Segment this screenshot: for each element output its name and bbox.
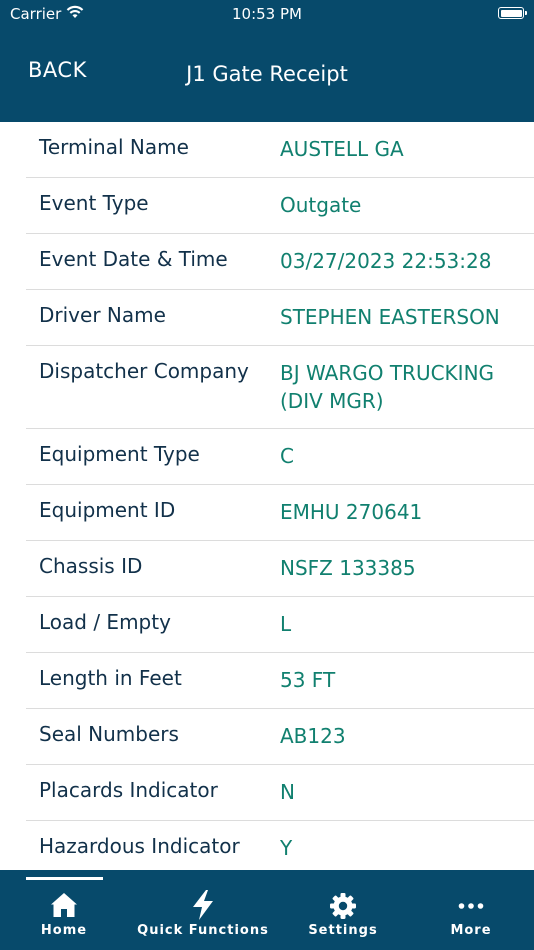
row-label: Placards Indicator	[39, 778, 218, 802]
row-label: Seal Numbers	[39, 722, 179, 746]
row-label: Event Date & Time	[39, 247, 228, 271]
tab-settings[interactable]: Settings	[278, 870, 408, 950]
receipt-list[interactable]: Terminal Name AUSTELL GA Event Type Outg…	[0, 122, 534, 870]
receipt-row-hazardous-indicator: Hazardous Indicator Y	[26, 821, 534, 870]
row-label: Equipment Type	[39, 442, 200, 466]
receipt-row-seal-numbers: Seal Numbers AB123	[26, 709, 534, 765]
row-label: Hazardous Indicator	[39, 834, 240, 858]
row-label: Equipment ID	[39, 498, 176, 522]
tab-quick-functions[interactable]: Quick Functions	[128, 870, 278, 950]
tab-bar: Home Quick Functions Settings More	[0, 870, 534, 950]
page-title: J1 Gate Receipt	[186, 62, 348, 86]
tab-more-label: More	[450, 923, 492, 938]
tab-home-label: Home	[40, 923, 88, 938]
nav-bar: BACK J1 Gate Receipt	[0, 28, 534, 122]
row-label: Chassis ID	[39, 554, 143, 578]
receipt-row-equipment-id: Equipment ID EMHU 270641	[26, 485, 534, 541]
receipt-row-load-empty: Load / Empty L	[26, 597, 534, 653]
receipt-row-length-in-feet: Length in Feet 53 FT	[26, 653, 534, 709]
receipt-row-placards-indicator: Placards Indicator N	[26, 765, 534, 821]
tab-home[interactable]: Home	[0, 870, 128, 950]
receipt-row-equipment-type: Equipment Type C	[26, 429, 534, 485]
battery-icon	[498, 7, 527, 19]
receipt-row-event-type: Event Type Outgate	[26, 178, 534, 234]
receipt-row-terminal-name: Terminal Name AUSTELL GA	[26, 122, 534, 178]
row-label: Event Type	[39, 191, 149, 215]
status-time: 10:53 PM	[232, 5, 302, 23]
tab-quick-functions-label: Quick Functions	[137, 923, 269, 938]
lightning-icon	[128, 890, 278, 920]
receipt-row-driver-name: Driver Name STEPHEN EASTERSON	[26, 290, 534, 346]
receipt-row-chassis-id: Chassis ID NSFZ 133385	[26, 541, 534, 597]
more-dots-icon	[408, 892, 534, 920]
tab-more[interactable]: More	[408, 870, 534, 950]
row-label: Load / Empty	[39, 610, 171, 634]
receipt-row-event-date-time: Event Date & Time 03/27/2023 22:53:28	[26, 234, 534, 290]
row-label: Driver Name	[39, 303, 166, 327]
row-label: Terminal Name	[39, 135, 189, 159]
gear-icon	[278, 892, 408, 920]
receipt-row-dispatcher-company: Dispatcher Company BJ WARGO TRUCKING (DI…	[26, 346, 534, 429]
row-label: Dispatcher Company	[39, 359, 249, 383]
status-bar: Carrier 10:53 PM	[0, 0, 534, 28]
tab-settings-label: Settings	[308, 923, 378, 938]
home-icon	[0, 892, 128, 920]
row-label: Length in Feet	[39, 666, 182, 690]
